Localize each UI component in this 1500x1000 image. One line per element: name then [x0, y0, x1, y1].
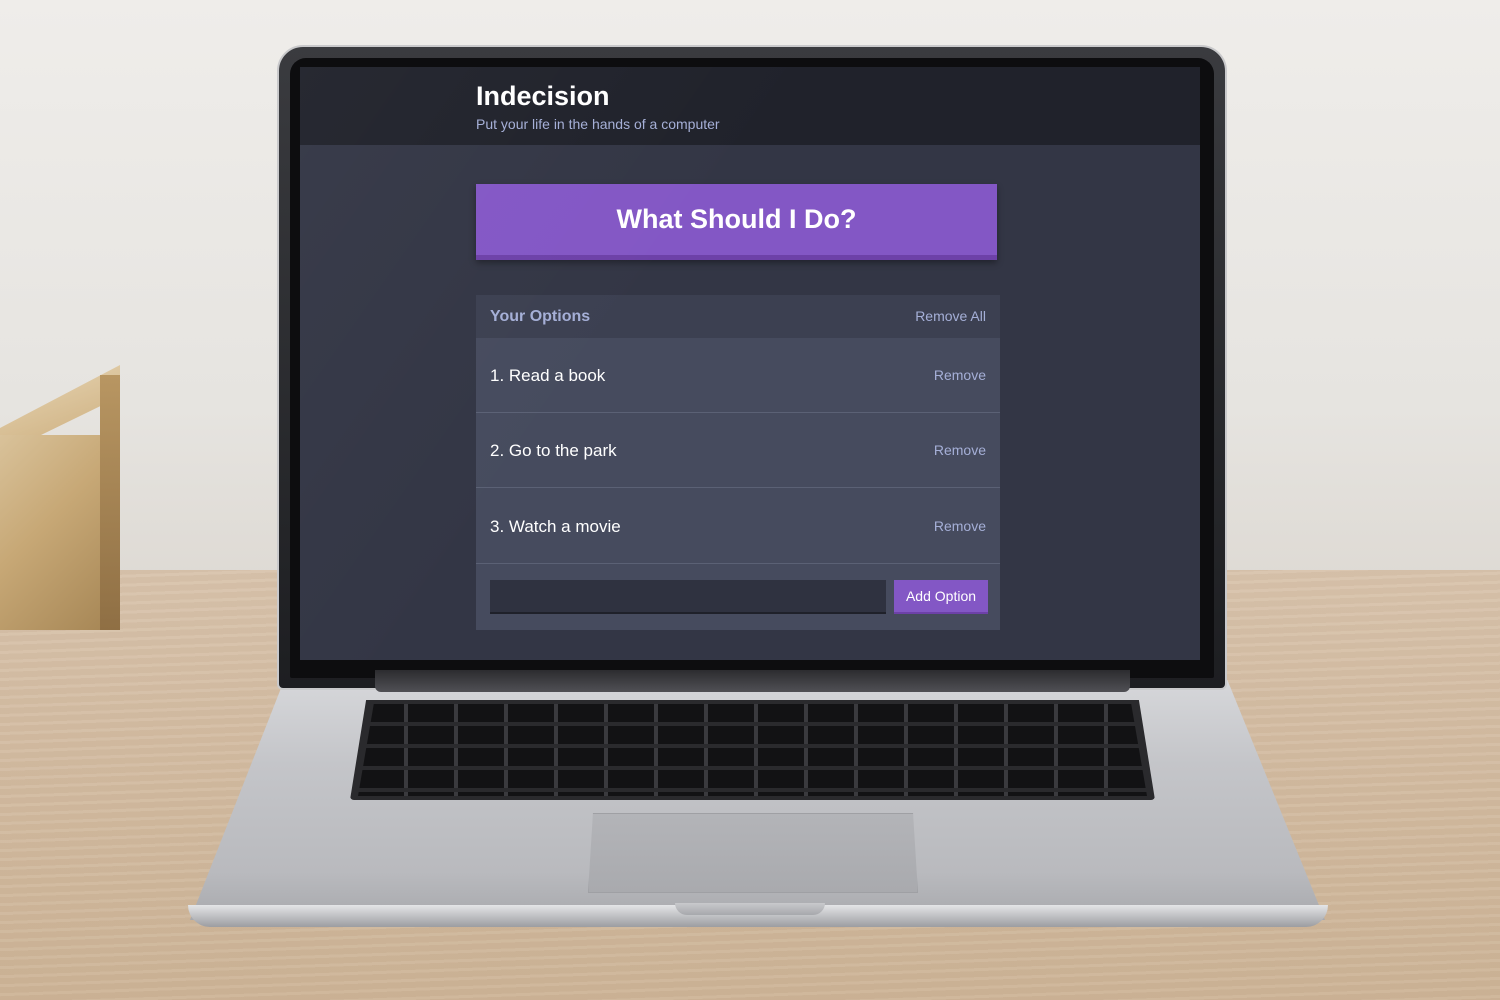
options-title: Your Options: [490, 308, 591, 325]
remove-option-button[interactable]: Remove: [934, 367, 986, 383]
app-screen: Indecision Put your life in the hands of…: [300, 67, 1200, 660]
desk-organizer-side: [100, 375, 120, 630]
laptop-hinge: [375, 670, 1130, 692]
app-header: Indecision Put your life in the hands of…: [300, 67, 1200, 145]
app-title: Indecision: [476, 81, 610, 111]
option-text: 2. Go to the park: [490, 441, 617, 460]
trackpad: [588, 813, 918, 893]
option-item: 2. Go to the park Remove: [476, 413, 1000, 488]
option-text: 3. Watch a movie: [490, 517, 621, 536]
desk-organizer: [0, 365, 120, 630]
keyboard: [358, 704, 1147, 796]
app-subtitle: Put your life in the hands of a computer: [476, 116, 720, 132]
option-text: 1. Read a book: [490, 366, 606, 385]
desk-organizer-front: [0, 435, 100, 630]
remove-all-button[interactable]: Remove All: [915, 308, 986, 324]
add-option-form: Add Option: [476, 565, 1000, 630]
options-panel: Your Options Remove All 1. Read a book R…: [476, 295, 1000, 630]
option-input[interactable]: [490, 580, 886, 614]
laptop-base-notch: [675, 903, 825, 915]
remove-option-button[interactable]: Remove: [934, 442, 986, 458]
options-header: Your Options Remove All: [476, 295, 1000, 338]
option-item: 1. Read a book Remove: [476, 338, 1000, 413]
remove-option-button[interactable]: Remove: [934, 518, 986, 534]
what-should-i-do-button[interactable]: What Should I Do?: [476, 184, 997, 260]
add-option-button[interactable]: Add Option: [894, 580, 988, 614]
option-item: 3. Watch a movie Remove: [476, 489, 1000, 564]
